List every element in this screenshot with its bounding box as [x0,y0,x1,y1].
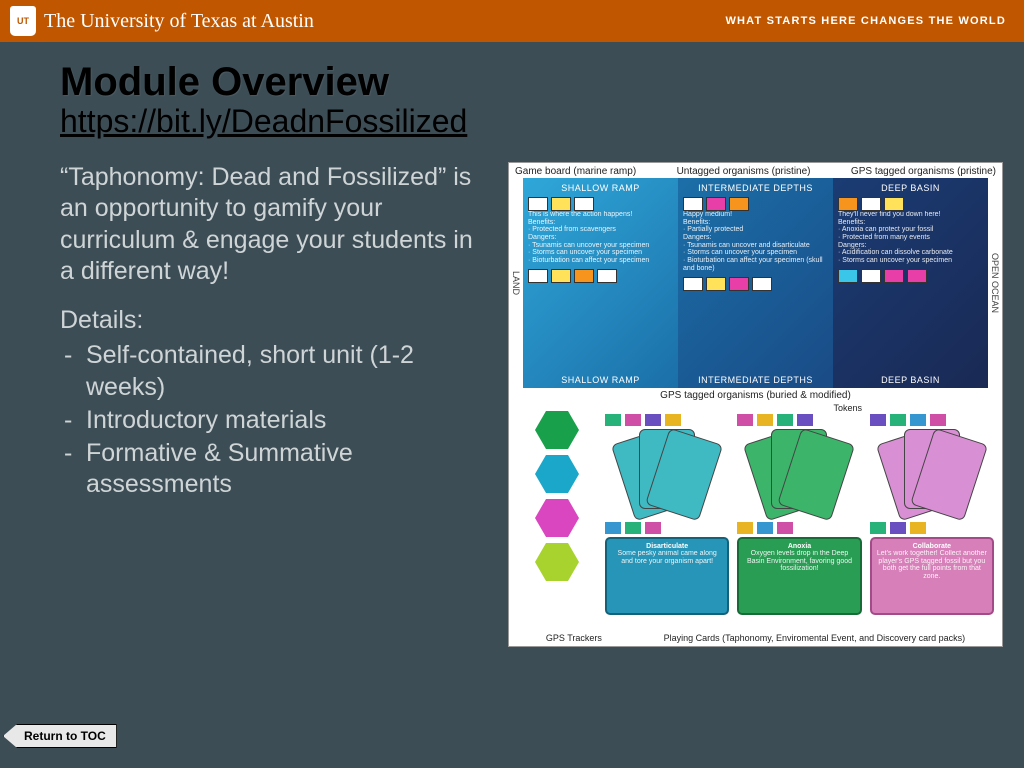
tokens-label: Tokens [833,403,862,413]
gps-tracker-stack [517,411,597,615]
info-card-title: Anoxia [788,543,811,550]
header-bar: UT The University of Texas at Austin WHA… [0,0,1024,42]
diagram-label: Untagged organisms (pristine) [677,166,811,177]
list-item: Introductory materials [86,405,490,436]
game-diagram: Game board (marine ramp) Untagged organi… [508,162,1003,647]
page-title: Module Overview [60,60,1024,105]
panel-deep-basin: DEEP BASIN They'll never find you down h… [833,178,988,388]
panel-shallow-ramp: SHALLOW RAMP This is where the action ha… [523,178,678,388]
diagram-label: GPS tagged organisms (pristine) [851,166,996,177]
panel-title: DEEP BASIN [838,183,983,193]
university-brand: UT The University of Texas at Austin [10,6,314,36]
list-item: Self-contained, short unit (1-2 weeks) [86,340,490,403]
panel-intermediate: INTERMEDIATE DEPTHS Happy medium!Benefit… [678,178,833,388]
list-item: Formative & Summative assessments [86,438,490,501]
card-column-1: DisarticulateSome pesky animal came alon… [605,411,729,615]
slide-content: Module Overview https://bit.ly/DeadnFoss… [0,42,1024,647]
info-card-title: Disarticulate [646,543,688,550]
panel-title: INTERMEDIATE DEPTHS [683,183,828,193]
diagram-caption-left: GPS Trackers [546,633,602,643]
text-column: “Taphonomy: Dead and Fossilized” is an o… [60,162,490,647]
panel-title: SHALLOW RAMP [528,183,673,193]
side-label-ocean: OPEN OCEAN [988,178,1002,388]
details-heading: Details: [60,305,490,336]
panel-title-bottom: DEEP BASIN [833,375,988,385]
university-name: The University of Texas at Austin [44,10,314,33]
panel-title-bottom: INTERMEDIATE DEPTHS [678,375,833,385]
mid-diagram-label: GPS tagged organisms (buried & modified) [509,388,1002,403]
card-column-2: AnoxiaOxygen levels drop in the Deep Bas… [737,411,861,615]
info-card-title: Collaborate [913,543,952,550]
details-list: Self-contained, short unit (1-2 weeks) I… [60,340,490,500]
return-to-toc-button[interactable]: Return to TOC [3,724,117,748]
card-column-3: CollaborateLet's work together! Collect … [870,411,994,615]
diagram-caption-right: Playing Cards (Taphonomy, Enviromental E… [664,633,965,643]
module-description: “Taphonomy: Dead and Fossilized” is an o… [60,162,490,287]
side-label-land: LAND [509,178,523,388]
panel-title-bottom: SHALLOW RAMP [523,375,678,385]
module-url-link[interactable]: https://bit.ly/DeadnFossilized [60,103,1024,140]
tagline-text: WHAT STARTS HERE CHANGES THE WORLD [725,15,1006,27]
ut-shield-icon: UT [10,6,36,36]
diagram-label: Game board (marine ramp) [515,166,636,177]
